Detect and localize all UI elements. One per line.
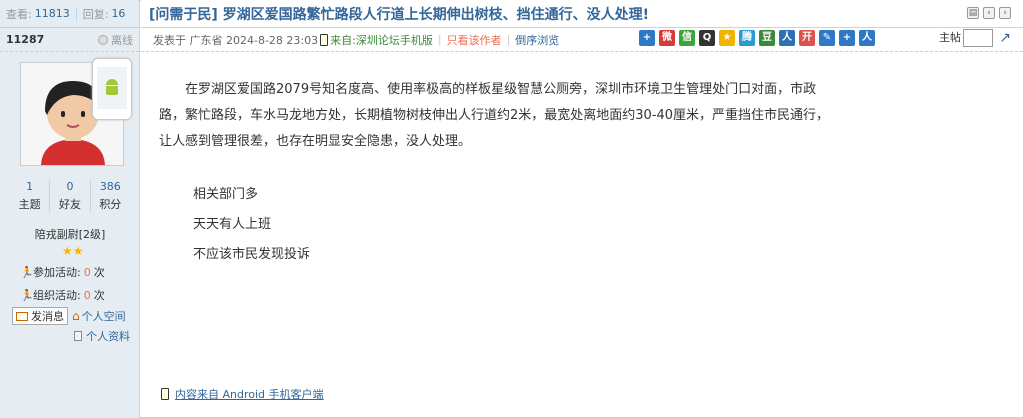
sina-weibo-icon[interactable]: 微 [659,30,675,46]
via-label: 来自: [330,33,356,47]
post-line: 天天有人上班 [193,217,272,232]
go-floor-icon[interactable]: ↗ [999,30,1011,46]
post-paragraph: 在罗湖区爱国路2079号知名度高、使用率极高的样板星级智慧公厕旁，深圳市环境卫生… [159,82,830,149]
post-lines: 相关部门多 天天有人上班 不应该市民发现投诉 [193,180,310,270]
post-line: 相关部门多 [193,187,259,202]
activity-value: 0 [83,288,91,302]
author-header: 11287 离线 [0,28,139,52]
user-rank[interactable]: 陪戎副尉[2级] [0,226,140,242]
next-thread-icon[interactable]: › [999,7,1011,19]
count-friends[interactable]: 0 好友 [50,180,91,212]
activity-joined: 🏃 参加活动: 0 次 [20,264,105,280]
qq-icon[interactable]: Q [699,30,715,46]
post-time: 发表于 广东省 2024-8-28 23:03 [153,33,319,47]
activity-label: 组织活动: [33,289,81,302]
personal-space-label: 个人空间 [81,310,126,323]
add-icon[interactable]: + [839,30,855,46]
douban-icon[interactable]: 豆 [759,30,775,46]
count-label: 主题 [18,198,41,211]
personal-profile-link[interactable]: 个人资料 [74,328,130,344]
post-title-bar: [问需于民] 罗湖区爱国路繁忙路段人行道上长期伸出树枝、挡住通行、没人处理! [141,0,1023,28]
post-body: 在罗湖区爱国路2079号知名度高、使用率极高的样板星级智慧公厕旁，深圳市环境卫生… [159,77,839,155]
send-message-label: 发消息 [31,310,64,323]
prev-thread-icon[interactable]: ‹ [983,7,995,19]
thread-stats: 查看: 11813 回复: 16 [0,0,139,28]
online-status: 离线 [98,32,133,48]
wechat-icon[interactable]: 信 [679,30,695,46]
post-title[interactable]: [问需于民] 罗湖区爱国路繁忙路段人行道上长期伸出树枝、挡住通行、没人处理! [149,4,649,24]
floor-jump-input[interactable] [963,29,993,47]
personal-space-link[interactable]: ⌂ 个人空间 [72,308,126,324]
envelope-icon [16,311,28,321]
author-uid[interactable]: 11287 [6,33,44,46]
views-label: 查看: [6,7,32,21]
star-icon: ★ [62,244,73,258]
author-sidebar: 查看: 11813 回复: 16 11287 离线 1 主题 0 好友 386 … [0,0,140,418]
document-icon [74,331,82,341]
count-topics[interactable]: 1 主题 [10,180,51,212]
mobile-icon [161,388,169,400]
count-value: 0 [66,180,74,193]
qzone-icon[interactable]: ★ [719,30,735,46]
via-source-link[interactable]: 深圳论坛手机版 [356,32,433,48]
title-tools: ▤ ‹ › [967,7,1011,19]
only-author-link[interactable]: 只看该作者 [447,32,502,48]
print-icon[interactable]: ▤ [967,7,979,19]
tencent-weibo-icon[interactable]: 腾 [739,30,755,46]
activity-unit: 次 [93,266,105,279]
floor-label: 主帖 [939,31,961,44]
person-icon[interactable]: 人 [859,30,875,46]
activity-value: 0 [83,265,91,279]
mobile-icon [320,33,329,46]
runner-icon: 🏃 [20,266,34,279]
activity-organized: 🏃 组织活动: 0 次 [20,287,105,303]
star-icon: ★ [72,244,84,258]
phone-screen [97,67,127,109]
android-client-link[interactable]: 内容来自 Android 手机客户端 [159,386,324,402]
pen-icon[interactable]: ✎ [819,30,835,46]
offline-icon [98,34,108,45]
count-value: 1 [26,180,34,193]
reverse-browse-link[interactable]: 倒序浏览 [515,32,559,48]
count-points[interactable]: 386 积分 [91,180,130,212]
author-counts: 1 主题 0 好友 386 积分 [10,180,130,212]
renren-icon[interactable]: 人 [779,30,795,46]
replies-label: 回复: [82,7,109,21]
count-label: 积分 [99,198,122,211]
rank-stars: ★ ★ [62,245,84,257]
post-area: [问需于民] 罗湖区爱国路繁忙路段人行道上长期伸出树枝、挡住通行、没人处理! ▤… [141,0,1023,418]
post-line: 不应该市民发现投诉 [193,247,311,262]
stats-divider [75,6,77,21]
home-icon: ⌂ [72,309,80,323]
send-message-button[interactable]: 发消息 [12,307,68,325]
views-count: 11813 [34,7,70,20]
activity-unit: 次 [93,289,105,302]
runner-icon: 🏃 [20,289,34,302]
post-meta: 发表于 广东省 2024-8-28 23:03 来自: 深圳论坛手机版 | 只看… [141,28,1023,52]
plus-icon[interactable]: + [639,30,655,46]
kaixin-icon[interactable]: 开 [799,30,815,46]
replies-count: 16 [111,7,126,20]
meta-divider: | [437,33,442,46]
personal-profile-label: 个人资料 [86,330,130,343]
mobile-device-badge [92,58,132,120]
share-toolbar: + 微信 Q ★ 腾豆人开 ✎ + 人 [639,30,875,46]
meta-divider: | [506,33,511,46]
count-label: 好友 [58,198,81,211]
android-client-label: 内容来自 Android 手机客户端 [175,388,324,401]
online-status-label: 离线 [111,33,133,47]
activity-label: 参加活动: [33,266,81,279]
android-icon [104,79,120,97]
count-value: 386 [99,180,121,193]
